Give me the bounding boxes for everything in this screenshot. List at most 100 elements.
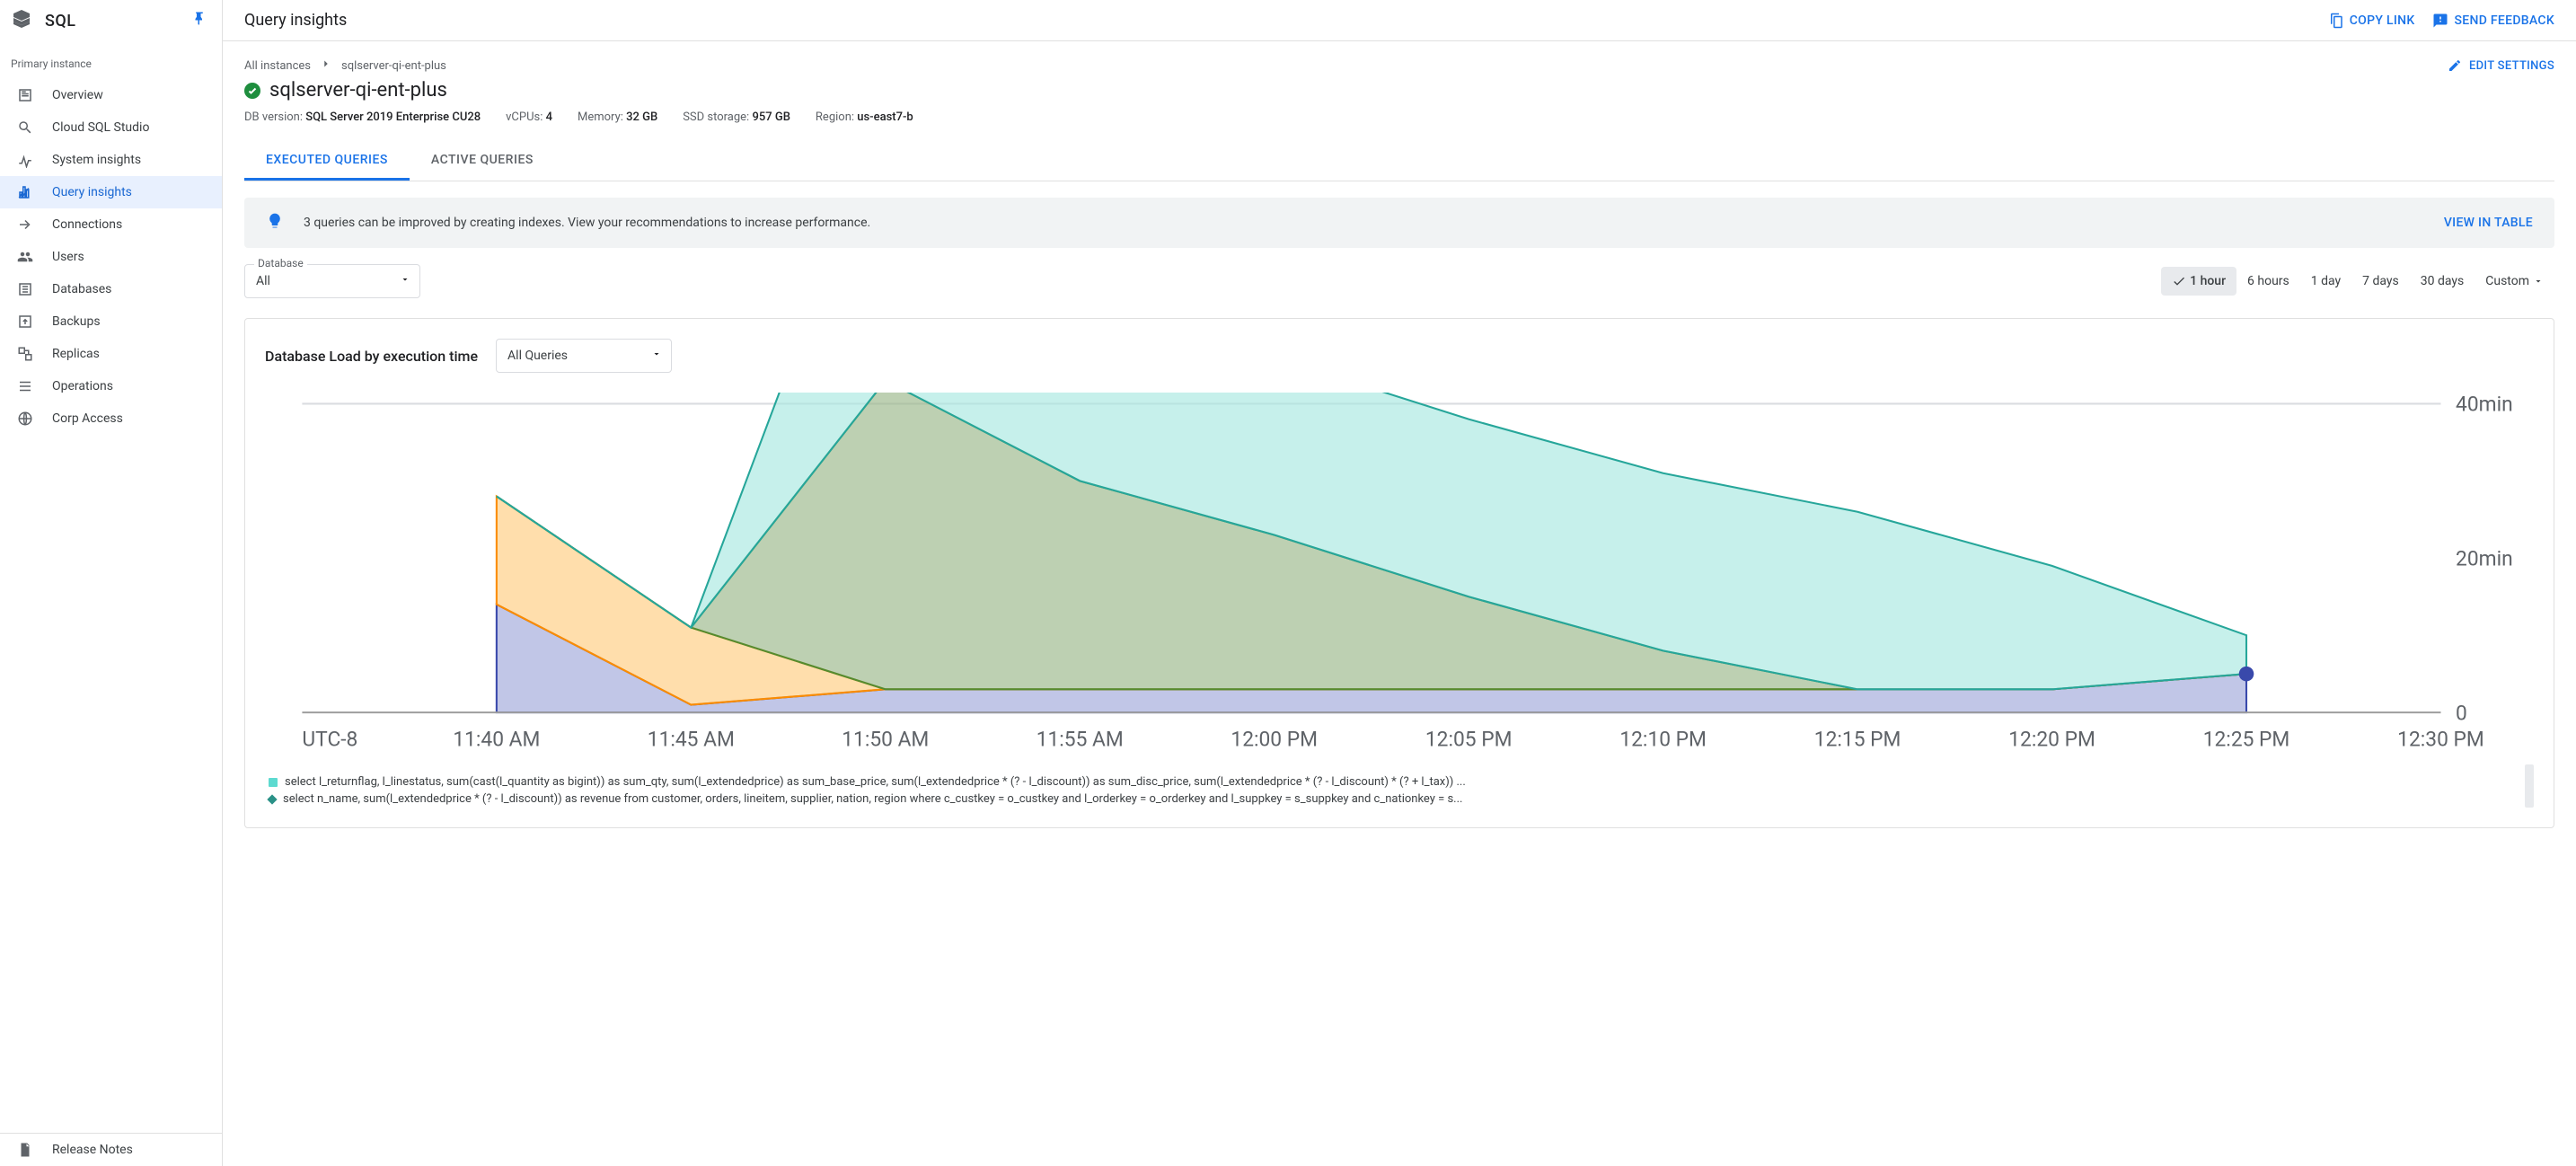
time-option-custom[interactable]: Custom bbox=[2475, 267, 2554, 296]
query-icon bbox=[16, 183, 34, 201]
banner-text: 3 queries can be improved by creating in… bbox=[304, 216, 2424, 230]
lightbulb-icon bbox=[266, 212, 284, 234]
tab-active-queries[interactable]: ACTIVE QUERIES bbox=[410, 142, 555, 181]
query-filter-value: All Queries bbox=[507, 349, 568, 363]
copy-link-button[interactable]: COPY LINK bbox=[2328, 13, 2415, 29]
view-in-table-button[interactable]: VIEW IN TABLE bbox=[2444, 216, 2533, 230]
time-option-label: Custom bbox=[2485, 274, 2529, 288]
sidebar-item-label: Corp Access bbox=[52, 411, 123, 426]
chart-header: Database Load by execution time All Quer… bbox=[265, 339, 2534, 373]
sidebar-item-operations[interactable]: Operations bbox=[0, 370, 222, 402]
topbar: Query insights COPY LINK SEND FEEDBACK bbox=[223, 0, 2576, 41]
edit-settings-button[interactable]: EDIT SETTINGS bbox=[2448, 58, 2554, 73]
legend-swatch-icon bbox=[267, 794, 277, 804]
svg-text:12:20 PM: 12:20 PM bbox=[2008, 727, 2095, 751]
sidebar-item-label: Replicas bbox=[52, 347, 100, 361]
sidebar-item-label: Backups bbox=[52, 314, 101, 329]
time-range-picker: 1 hour 6 hours 1 day 7 days 30 days Custom bbox=[2161, 267, 2554, 296]
sidebar-item-label: Release Notes bbox=[52, 1143, 133, 1157]
sidebar-item-label: Query insights bbox=[52, 185, 132, 199]
search-icon bbox=[16, 119, 34, 137]
database-select-value: All bbox=[256, 274, 270, 288]
sidebar-item-replicas[interactable]: Replicas bbox=[0, 338, 222, 370]
svg-text:11:55 AM: 11:55 AM bbox=[1037, 727, 1124, 751]
content: All instances sqlserver-qi-ent-plus EDIT… bbox=[223, 41, 2576, 1166]
sidebar-item-backups[interactable]: Backups bbox=[0, 305, 222, 338]
time-option-6-hours[interactable]: 6 hours bbox=[2236, 267, 2300, 296]
users-icon bbox=[16, 248, 34, 266]
meta-label: DB version: bbox=[244, 110, 303, 124]
edit-settings-label: EDIT SETTINGS bbox=[2469, 59, 2554, 73]
chart-card: Database Load by execution time All Quer… bbox=[244, 318, 2554, 828]
sidebar-item-overview[interactable]: Overview bbox=[0, 79, 222, 111]
meta-label: Memory: bbox=[578, 110, 623, 124]
meta-label: SSD storage: bbox=[683, 110, 749, 124]
sidebar-nav: OverviewCloud SQL Studio System insights Q… bbox=[0, 79, 222, 1133]
svg-text:12:30 PM: 12:30 PM bbox=[2397, 727, 2484, 751]
sidebar-item-corp-access[interactable]: Corp Access bbox=[0, 402, 222, 435]
breadcrumb-root[interactable]: All instances bbox=[244, 59, 311, 73]
sidebar-item-databases[interactable]: Databases bbox=[0, 273, 222, 305]
sidebar-item-cloud-sql-studio[interactable]: Cloud SQL Studio bbox=[0, 111, 222, 144]
time-option-7-days[interactable]: 7 days bbox=[2351, 267, 2410, 296]
legend-label: select n_name, sum(l_extendedprice * (? … bbox=[283, 792, 2516, 806]
instance-name: sqlserver-qi-ent-plus bbox=[269, 79, 447, 102]
controls-row: Database All 1 hour 6 hours 1 day 7 days 30 … bbox=[244, 264, 2554, 298]
meta-label: vCPUs: bbox=[506, 110, 543, 124]
replica-icon bbox=[16, 345, 34, 363]
time-option-label: 1 day bbox=[2311, 274, 2341, 288]
svg-text:12:10 PM: 12:10 PM bbox=[1619, 727, 1707, 751]
sidebar-item-release-notes[interactable]: Release Notes bbox=[0, 1134, 222, 1166]
meta-label: Region: bbox=[816, 110, 854, 124]
meta-value: 957 GB bbox=[752, 110, 790, 124]
svg-text:12:00 PM: 12:00 PM bbox=[1231, 727, 1318, 751]
tab-executed-queries[interactable]: EXECUTED QUERIES bbox=[244, 142, 410, 181]
db-icon bbox=[16, 280, 34, 298]
sidebar-item-label: Connections bbox=[52, 217, 122, 232]
time-option-1-hour[interactable]: 1 hour bbox=[2161, 267, 2236, 296]
sidebar-item-label: Users bbox=[52, 250, 84, 264]
svg-text:12:15 PM: 12:15 PM bbox=[1814, 727, 1901, 751]
legend-scrollbar[interactable] bbox=[2525, 764, 2534, 808]
meta-value: SQL Server 2019 Enterprise CU28 bbox=[305, 110, 481, 124]
backup-icon bbox=[16, 313, 34, 331]
meta-value: 32 GB bbox=[626, 110, 657, 124]
legend-wrap: select l_returnflag, l_linestatus, sum(c… bbox=[265, 764, 2534, 808]
sidebar-item-label: Operations bbox=[52, 379, 113, 393]
chart-legend: select l_returnflag, l_linestatus, sum(c… bbox=[265, 773, 2516, 808]
sidebar-item-system-insights[interactable]: System insights bbox=[0, 144, 222, 176]
legend-swatch-icon bbox=[269, 778, 278, 787]
time-option-label: 7 days bbox=[2362, 274, 2399, 288]
sidebar-item-connections[interactable]: Connections bbox=[0, 208, 222, 241]
sidebar-item-users[interactable]: Users bbox=[0, 241, 222, 273]
ops-icon bbox=[16, 377, 34, 395]
breadcrumb-current: sqlserver-qi-ent-plus bbox=[341, 59, 446, 73]
breadcrumb: All instances sqlserver-qi-ent-plus bbox=[244, 57, 446, 74]
database-select-label: Database bbox=[254, 257, 307, 269]
sidebar-section-label: Primary instance bbox=[0, 41, 222, 79]
instance-heading: sqlserver-qi-ent-plus bbox=[244, 79, 2554, 102]
meta-value: us-east7-b bbox=[857, 110, 913, 124]
legend-item[interactable]: select l_returnflag, l_linestatus, sum(c… bbox=[265, 773, 2516, 791]
sidebar-item-query-insights[interactable]: Query insights bbox=[0, 176, 222, 208]
copy-link-label: COPY LINK bbox=[2350, 13, 2415, 28]
page-title: Query insights bbox=[244, 11, 2310, 30]
database-select[interactable]: Database All bbox=[244, 264, 420, 298]
sidebar-item-label: System insights bbox=[52, 153, 141, 167]
chart-area[interactable]: 020min40minUTC-811:40 AM11:45 AM11:50 AM… bbox=[265, 393, 2534, 764]
time-option-30-days[interactable]: 30 days bbox=[2410, 267, 2475, 296]
send-feedback-label: SEND FEEDBACK bbox=[2454, 13, 2554, 28]
legend-item[interactable]: select n_name, sum(l_extendedprice * (? … bbox=[265, 791, 2516, 808]
send-feedback-button[interactable]: SEND FEEDBACK bbox=[2432, 13, 2554, 29]
sidebar-item-label: Databases bbox=[52, 282, 111, 296]
sidebar-footer: Release Notes bbox=[0, 1133, 222, 1166]
legend-label: select l_returnflag, l_linestatus, sum(c… bbox=[285, 775, 2516, 789]
time-option-label: 6 hours bbox=[2247, 274, 2289, 288]
tabs: EXECUTED QUERIES ACTIVE QUERIES bbox=[244, 142, 2554, 181]
query-filter-select[interactable]: All Queries bbox=[496, 339, 672, 373]
pin-icon[interactable] bbox=[191, 11, 207, 31]
time-option-1-day[interactable]: 1 day bbox=[2300, 267, 2351, 296]
document-icon bbox=[16, 1141, 34, 1159]
main: Query insights COPY LINK SEND FEEDBACK A… bbox=[223, 0, 2576, 1166]
svg-text:11:45 AM: 11:45 AM bbox=[648, 727, 735, 751]
